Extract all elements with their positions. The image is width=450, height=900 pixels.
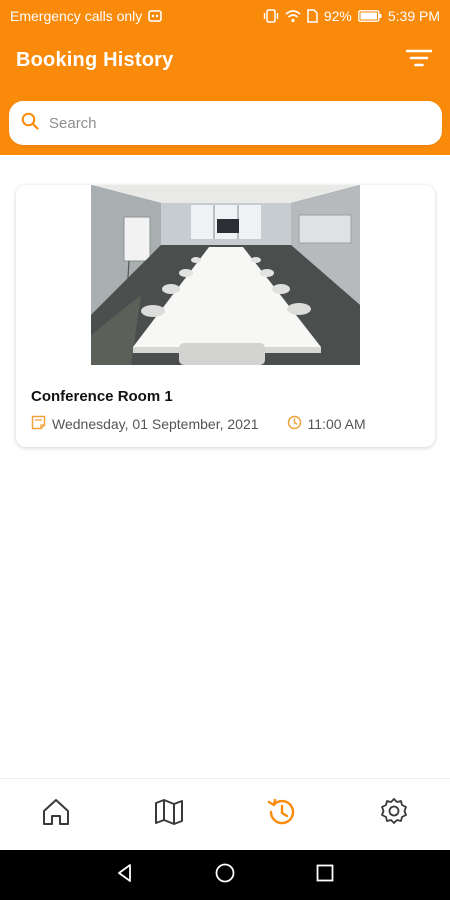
- clock: 5:39 PM: [387, 8, 440, 24]
- page-title: Booking History: [16, 48, 174, 71]
- settings-icon: [378, 796, 410, 833]
- app-header: Emergency calls only 92% 5:39 PM Booking…: [0, 0, 450, 155]
- room-name: Conference Room 1: [31, 388, 173, 405]
- back-button[interactable]: [105, 855, 145, 895]
- battery-icon: [357, 10, 382, 22]
- carrier-text: Emergency calls only: [10, 8, 143, 24]
- square-recents-icon: [314, 862, 336, 889]
- bottom-navigation: [0, 778, 450, 850]
- system-navigation-bar: [0, 850, 450, 900]
- nav-history[interactable]: [251, 785, 311, 845]
- filter-button[interactable]: [404, 45, 434, 75]
- home-system-button[interactable]: [205, 855, 245, 895]
- title-row: Booking History: [0, 40, 450, 80]
- circle-home-icon: [214, 862, 236, 889]
- back-icon: [114, 862, 136, 889]
- map-icon: [153, 796, 185, 833]
- room-photo: [91, 185, 360, 365]
- history-icon: [265, 796, 297, 833]
- filter-icon: [405, 47, 433, 74]
- booking-date: Wednesday, 01 September, 2021: [52, 416, 259, 432]
- search-icon: [21, 112, 39, 135]
- status-bar: Emergency calls only 92% 5:39 PM: [0, 0, 450, 32]
- vibrate-icon: [263, 9, 279, 23]
- booking-card[interactable]: Conference Room 1 Wednesday, 01 Septembe…: [16, 185, 435, 447]
- nav-map[interactable]: [139, 785, 199, 845]
- booking-time: 11:00 AM: [307, 416, 366, 432]
- nav-home[interactable]: [26, 785, 86, 845]
- search-input[interactable]: [49, 114, 409, 132]
- booking-meta: Wednesday, 01 September, 2021 11:00 AM: [31, 415, 421, 433]
- home-icon: [40, 796, 72, 833]
- clock-icon: [287, 415, 302, 433]
- recents-button[interactable]: [305, 855, 345, 895]
- wifi-icon: [285, 9, 301, 23]
- calendar-icon: [31, 415, 46, 433]
- sim-icon: [307, 9, 318, 23]
- nav-settings[interactable]: [364, 785, 424, 845]
- search-bar[interactable]: [9, 101, 442, 145]
- notification-icon: [148, 9, 163, 23]
- battery-percent: 92%: [323, 8, 352, 24]
